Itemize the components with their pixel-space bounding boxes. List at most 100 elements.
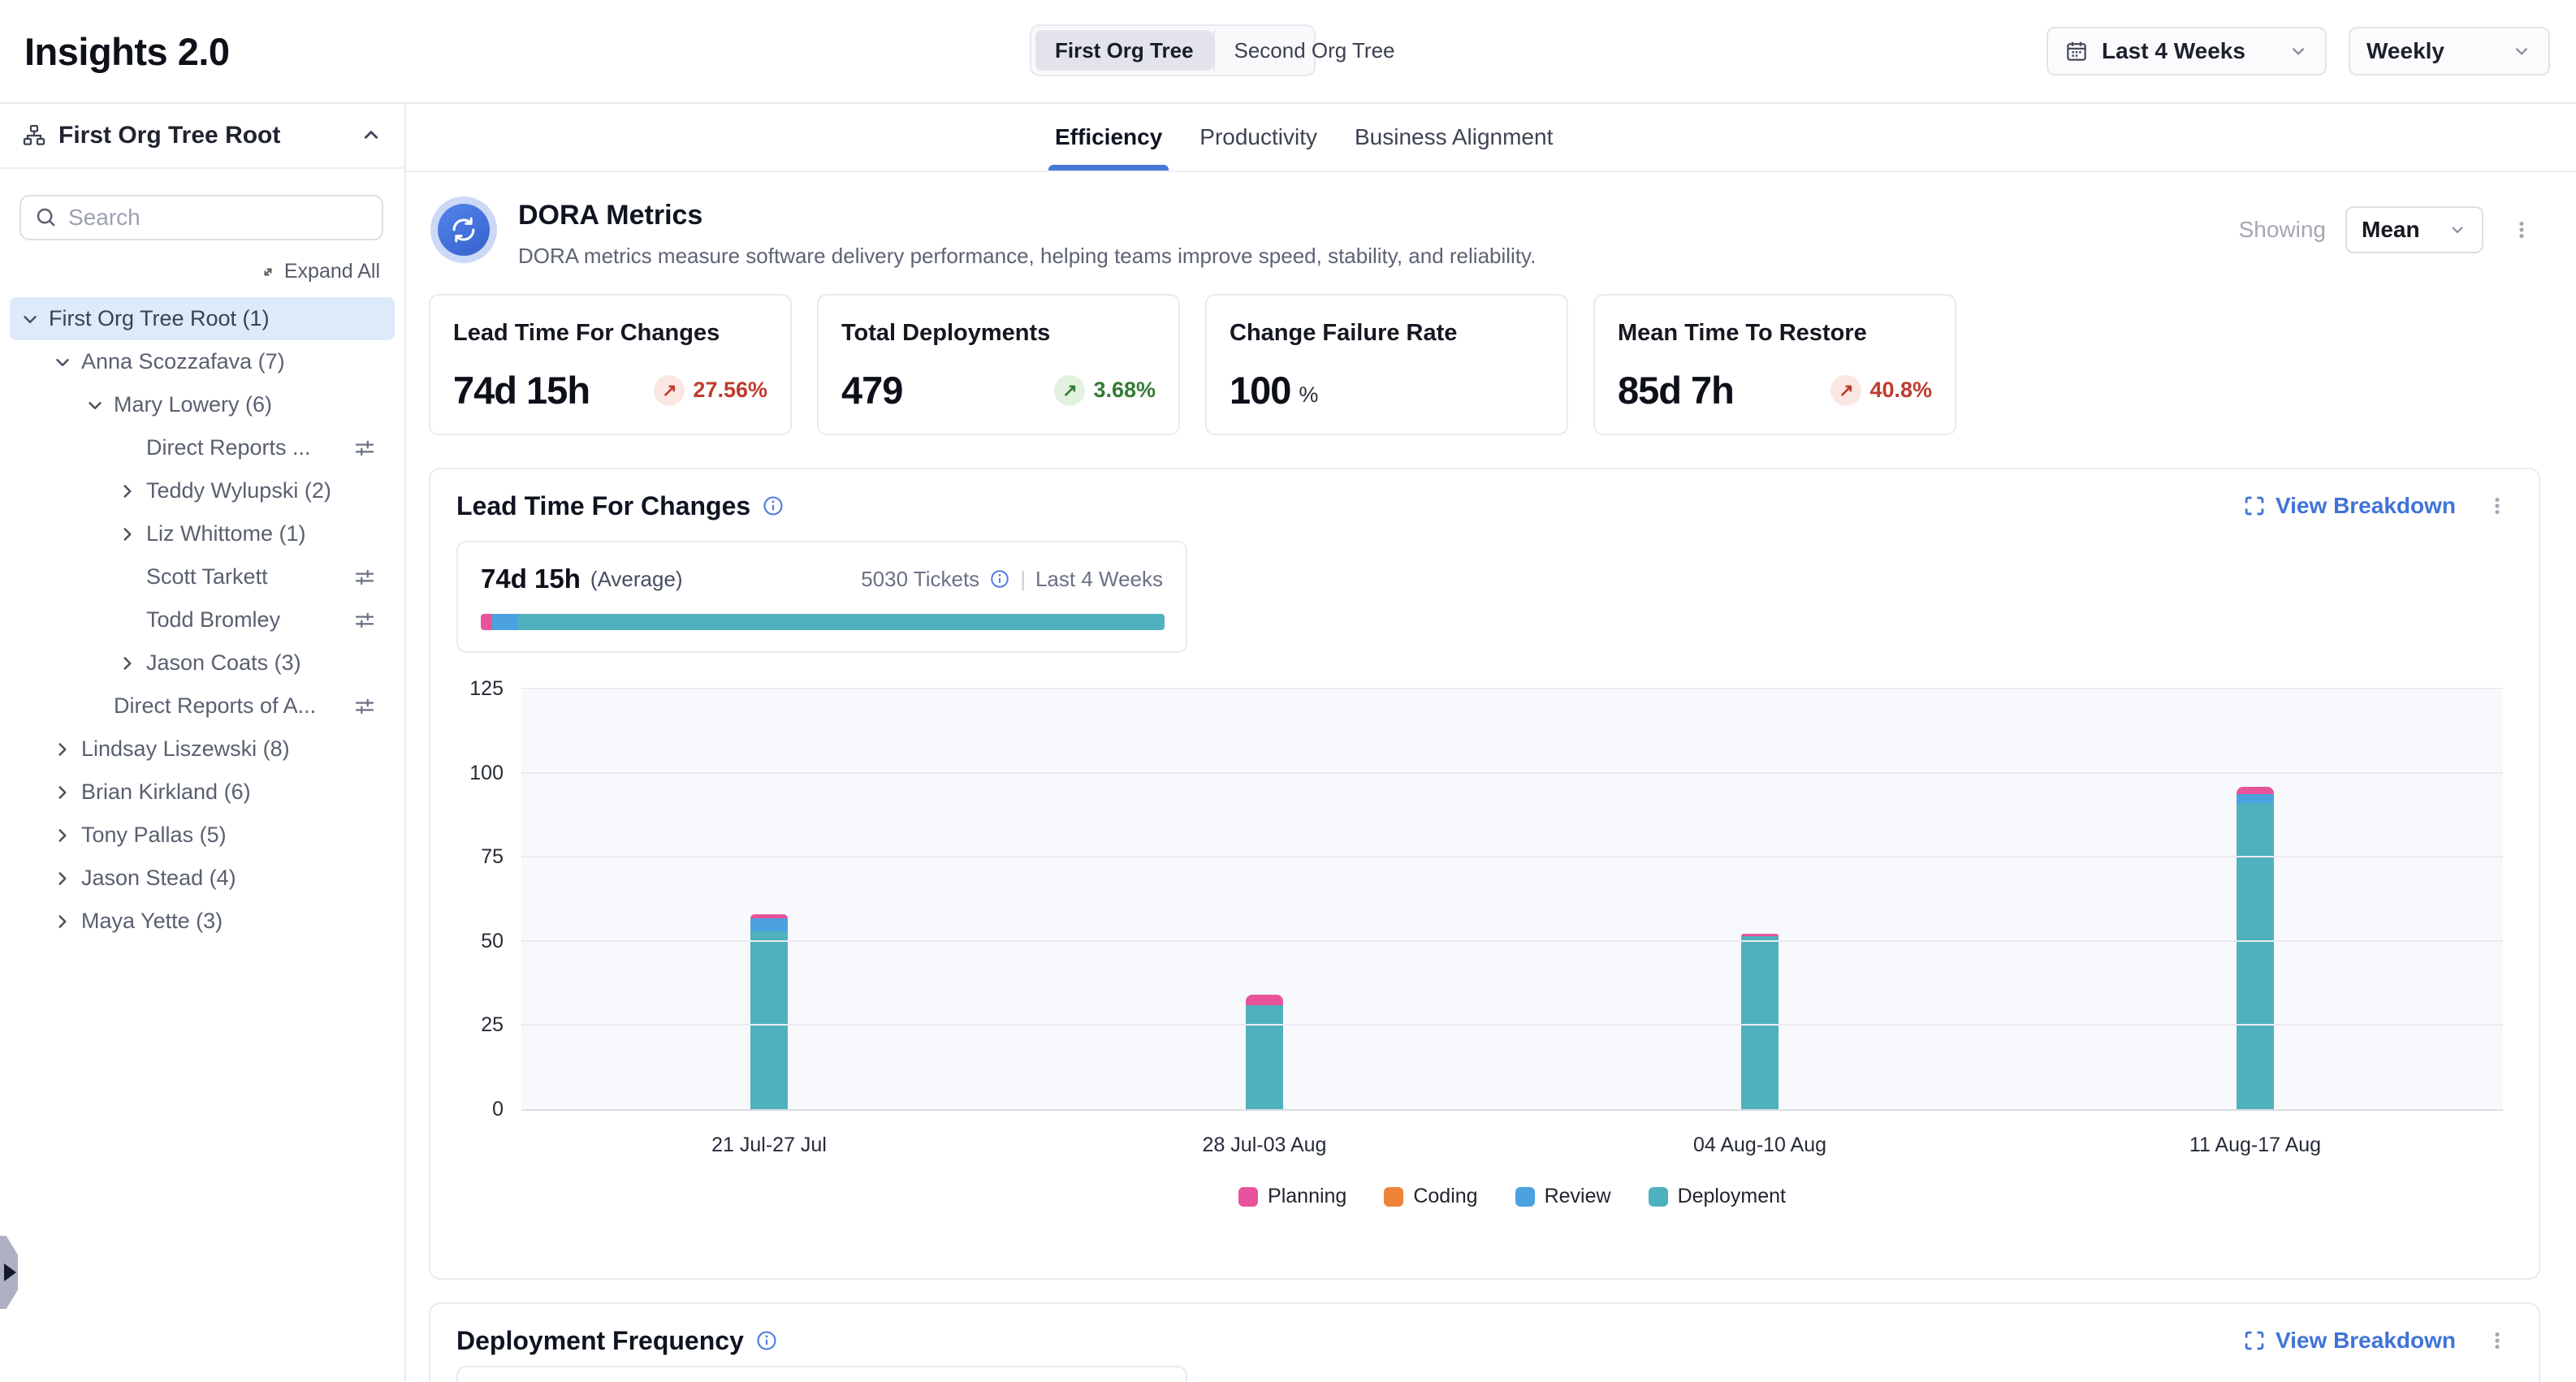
- view-breakdown-label: View Breakdown: [2276, 493, 2456, 519]
- stacked-bar-04-aug-10-aug[interactable]: [1741, 934, 1779, 1109]
- org-tree: First Org Tree Root (1) Anna Scozzafava (…: [0, 297, 404, 943]
- toggle-second-org-tree[interactable]: Second Org Tree: [1213, 30, 1415, 71]
- info-icon[interactable]: [755, 1329, 778, 1352]
- stacked-bar-21-jul-27-jul[interactable]: [750, 914, 788, 1109]
- metric-value: 479: [841, 368, 902, 412]
- dora-kebab-menu-icon[interactable]: [2503, 214, 2540, 245]
- deployment-frequency-view-breakdown-button[interactable]: View Breakdown: [2243, 1328, 2456, 1354]
- chevron-right-icon[interactable]: [52, 782, 81, 803]
- chevron-right-icon[interactable]: [52, 739, 81, 760]
- chart-legend: Planning Coding Review Deployment: [521, 1185, 2503, 1208]
- chevron-right-icon[interactable]: [52, 825, 81, 846]
- chevron-right-icon[interactable]: [117, 653, 146, 674]
- tab-efficiency[interactable]: Efficiency: [1055, 104, 1162, 171]
- tree-item-tony-pallas-5[interactable]: Tony Pallas (5): [10, 814, 395, 857]
- filters-icon[interactable]: [352, 694, 377, 719]
- expand-all-button[interactable]: Expand All: [258, 260, 380, 283]
- tree-item-jason-coats-3[interactable]: Jason Coats (3): [10, 641, 395, 685]
- tree-item-scott-tarkett[interactable]: Scott Tarkett: [10, 555, 395, 598]
- lead-time-section-title: Lead Time For Changes: [456, 491, 750, 521]
- lead-time-view-breakdown-button[interactable]: View Breakdown: [2243, 493, 2456, 519]
- tree-item-label: Maya Yette (3): [81, 909, 223, 934]
- dora-subtitle: DORA metrics measure software delivery p…: [518, 244, 1536, 269]
- tree-item-jason-stead-4[interactable]: Jason Stead (4): [10, 857, 395, 900]
- tree-item-label: Mary Lowery (6): [114, 392, 272, 417]
- metric-card-total-deployments: Total Deployments479↗3.68%: [817, 294, 1180, 435]
- date-range-select[interactable]: Last 4 Weeks: [2047, 27, 2327, 76]
- main-tabbar: Efficiency Productivity Business Alignme…: [406, 104, 2576, 172]
- stacked-bar-11-aug-17-aug[interactable]: [2237, 787, 2274, 1109]
- tree-item-anna-scozzafava-7[interactable]: Anna Scozzafava (7): [10, 340, 395, 383]
- legend-label: Review: [1545, 1185, 1611, 1208]
- legend-label: Coding: [1413, 1185, 1477, 1208]
- tree-item-label: First Org Tree Root (1): [49, 306, 270, 331]
- tree-item-direct-reports-of-a[interactable]: Direct Reports of A...: [10, 685, 395, 728]
- chevron-down-icon[interactable]: [84, 395, 114, 416]
- metric-delta-badge: ↗27.56%: [654, 375, 767, 406]
- granularity-select[interactable]: Weekly: [2349, 27, 2550, 76]
- tree-item-todd-bromley[interactable]: Todd Bromley: [10, 598, 395, 641]
- info-icon[interactable]: [762, 494, 784, 517]
- tree-item-mary-lowery-6[interactable]: Mary Lowery (6): [10, 383, 395, 426]
- deployment-frequency-kebab-menu-icon[interactable]: [2479, 1325, 2516, 1356]
- metric-value: 100: [1230, 368, 1290, 412]
- aggregation-select[interactable]: Mean: [2345, 206, 2483, 253]
- tree-item-first-org-tree-root-1[interactable]: First Org Tree Root (1): [10, 297, 395, 340]
- chevron-down-icon[interactable]: [52, 352, 81, 373]
- chevron-down-icon[interactable]: [19, 309, 49, 330]
- filters-icon[interactable]: [352, 436, 377, 460]
- chart-bar-slot-21-jul-27-jul: [521, 690, 1017, 1109]
- tab-business-alignment[interactable]: Business Alignment: [1355, 104, 1553, 171]
- y-tick-label: 25: [481, 1013, 504, 1037]
- tree-item-label: Scott Tarkett: [146, 564, 268, 590]
- dora-metrics-header: DORA Metrics DORA metrics measure softwa…: [429, 195, 2540, 284]
- chevron-right-icon[interactable]: [52, 868, 81, 889]
- chevron-down-icon: [2448, 220, 2467, 240]
- arrow-right-icon: [4, 1263, 16, 1281]
- phase-segment-review: [492, 614, 516, 630]
- chevron-right-icon[interactable]: [117, 524, 146, 545]
- legend-label: Planning: [1268, 1185, 1346, 1208]
- chart-bar-slot-11-aug-17-aug: [2008, 690, 2503, 1109]
- tree-item-liz-whittome-1[interactable]: Liz Whittome (1): [10, 512, 395, 555]
- y-tick-label: 50: [481, 930, 504, 953]
- legend-label: Deployment: [1678, 1185, 1786, 1208]
- granularity-value: Weekly: [2366, 38, 2444, 64]
- metric-card-change-failure-rate: Change Failure Rate100%: [1205, 294, 1568, 435]
- chevron-up-icon[interactable]: [359, 123, 383, 148]
- lead-time-kebab-menu-icon[interactable]: [2479, 490, 2516, 521]
- tree-item-label: Jason Stead (4): [81, 866, 236, 891]
- bar-segment-deployment: [1741, 936, 1779, 1109]
- sidebar-root-title: First Org Tree Root: [58, 122, 280, 149]
- toggle-first-org-tree[interactable]: First Org Tree: [1035, 30, 1213, 71]
- chevron-right-icon[interactable]: [117, 481, 146, 502]
- chevron-right-icon[interactable]: [52, 911, 81, 932]
- info-icon[interactable]: [989, 568, 1010, 590]
- sidebar-header: First Org Tree Root: [0, 104, 404, 169]
- tab-productivity[interactable]: Productivity: [1199, 104, 1317, 171]
- tree-item-lindsay-liszewski-8[interactable]: Lindsay Liszewski (8): [10, 728, 395, 771]
- phase-distribution-bar: [481, 614, 1165, 630]
- view-breakdown-label: View Breakdown: [2276, 1328, 2456, 1354]
- aggregation-value: Mean: [2362, 217, 2420, 243]
- dora-cycle-icon: [430, 197, 497, 263]
- stacked-bar-28-jul-03-aug[interactable]: [1246, 995, 1283, 1109]
- tree-item-brian-kirkland-6[interactable]: Brian Kirkland (6): [10, 771, 395, 814]
- lead-time-average-value: 74d 15h: [481, 564, 581, 594]
- deployment-frequency-summary-card: [456, 1366, 1187, 1382]
- metric-value: 74d 15h: [453, 368, 590, 412]
- lead-time-section-card: Lead Time For Changes View Breakdown 74d: [429, 468, 2540, 1280]
- x-tick-label: 04 Aug-10 Aug: [1512, 1134, 2008, 1157]
- filters-icon[interactable]: [352, 565, 377, 590]
- tree-item-direct-reports[interactable]: Direct Reports ...: [10, 426, 395, 469]
- breakdown-expand-icon: [2243, 1329, 2266, 1352]
- legend-swatch-coding: [1384, 1187, 1403, 1207]
- lead-time-summary-card: 74d 15h (Average) 5030 Tickets | Last 4 …: [456, 541, 1187, 653]
- filters-icon[interactable]: [352, 608, 377, 633]
- tree-item-teddy-wylupski-2[interactable]: Teddy Wylupski (2): [10, 469, 395, 512]
- search-input[interactable]: [68, 205, 369, 231]
- bar-segment-planning: [1246, 995, 1283, 1005]
- bar-segment-deployment: [2237, 803, 2274, 1109]
- summary-range: Last 4 Weeks: [1035, 567, 1163, 592]
- tree-item-maya-yette-3[interactable]: Maya Yette (3): [10, 900, 395, 943]
